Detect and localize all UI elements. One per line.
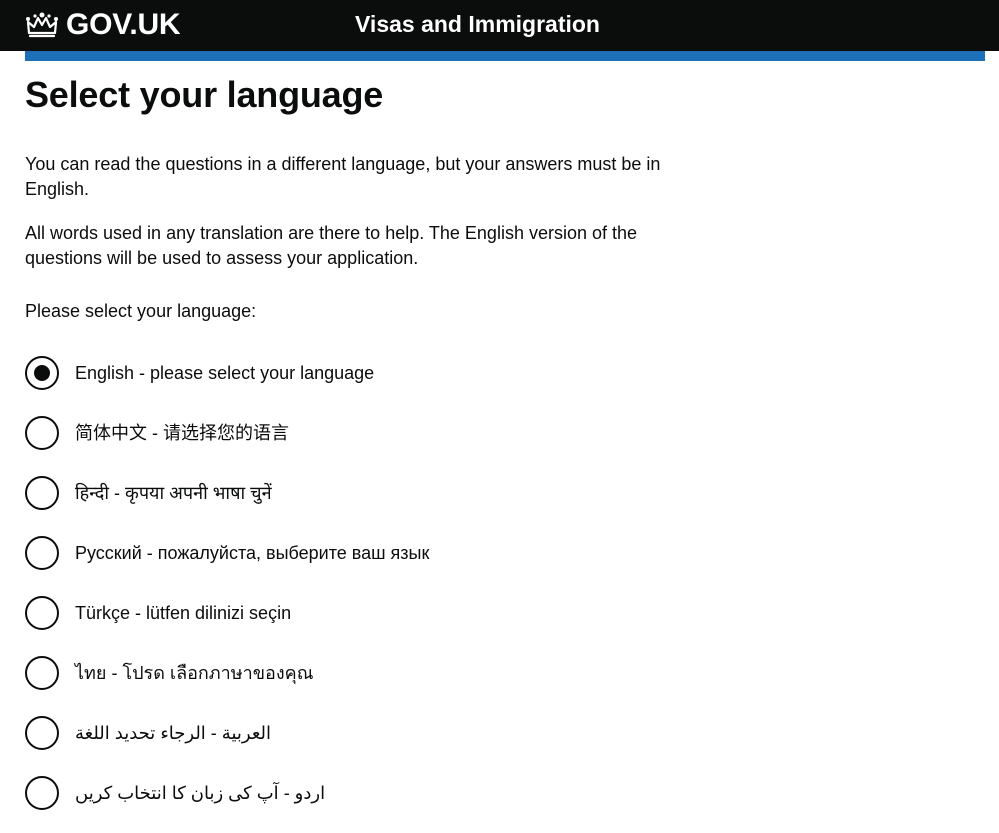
language-option-label: Русский - пожалуйста, выберите ваш язык — [75, 542, 430, 563]
radio-button[interactable] — [25, 596, 59, 630]
language-option-label: 简体中文 - 请选择您的语言 — [75, 422, 289, 443]
language-option-label: ไทย - โปรด เลือกภาษาของคุณ — [75, 662, 314, 683]
language-option-turkish[interactable]: Türkçe - lütfen dilinizi seçin — [25, 593, 985, 633]
language-option-label: العربية - الرجاء تحديد اللغة — [75, 722, 271, 743]
language-option-urdu[interactable]: اردو - آپ کی زبان کا انتخاب کریں — [25, 773, 985, 813]
language-radio-group: English - please select your language 简体… — [25, 353, 985, 813]
govuk-logo-text: GOV.UK — [66, 8, 181, 41]
radio-button[interactable] — [25, 416, 59, 450]
govuk-logo-link[interactable]: GOV.UK — [25, 7, 181, 43]
intro-paragraph-2: All words used in any translation are th… — [25, 223, 638, 268]
radio-button[interactable] — [25, 716, 59, 750]
main-content: Select your language You can read the qu… — [25, 61, 985, 833]
language-option-arabic[interactable]: العربية - الرجاء تحديد اللغة — [25, 713, 985, 753]
header-blue-bar — [25, 51, 985, 61]
radio-button[interactable] — [25, 476, 59, 510]
language-prompt: Please select your language: — [25, 301, 257, 321]
header-inner: GOV.UK Visas and Immigration — [0, 0, 999, 51]
radio-button[interactable] — [25, 656, 59, 690]
language-option-hindi[interactable]: हिन्दी - कृपया अपनी भाषा चुनें — [25, 473, 985, 513]
service-name-link[interactable]: Visas and Immigration — [355, 8, 600, 40]
language-option-russian[interactable]: Русский - пожалуйста, выберите ваш язык — [25, 533, 985, 573]
language-option-label: Türkçe - lütfen dilinizi seçin — [75, 602, 292, 623]
language-option-english[interactable]: English - please select your language — [25, 353, 985, 393]
language-option-label: اردو - آپ کی زبان کا انتخاب کریں — [75, 782, 326, 803]
radio-button-selected[interactable] — [25, 356, 59, 390]
site-header: GOV.UK Visas and Immigration — [0, 0, 999, 51]
intro-paragraph-1: You can read the questions in a differen… — [25, 154, 661, 199]
page-title: Select your language — [25, 74, 384, 115]
crown-icon — [26, 12, 58, 38]
language-option-thai[interactable]: ไทย - โปรด เลือกภาษาของคุณ — [25, 653, 985, 693]
radio-button[interactable] — [25, 776, 59, 810]
language-option-label: हिन्दी - कृपया अपनी भाषा चुनें — [75, 482, 272, 503]
language-option-chinese[interactable]: 简体中文 - 请选择您的语言 — [25, 413, 985, 453]
language-option-label: English - please select your language — [75, 362, 375, 383]
radio-button[interactable] — [25, 536, 59, 570]
